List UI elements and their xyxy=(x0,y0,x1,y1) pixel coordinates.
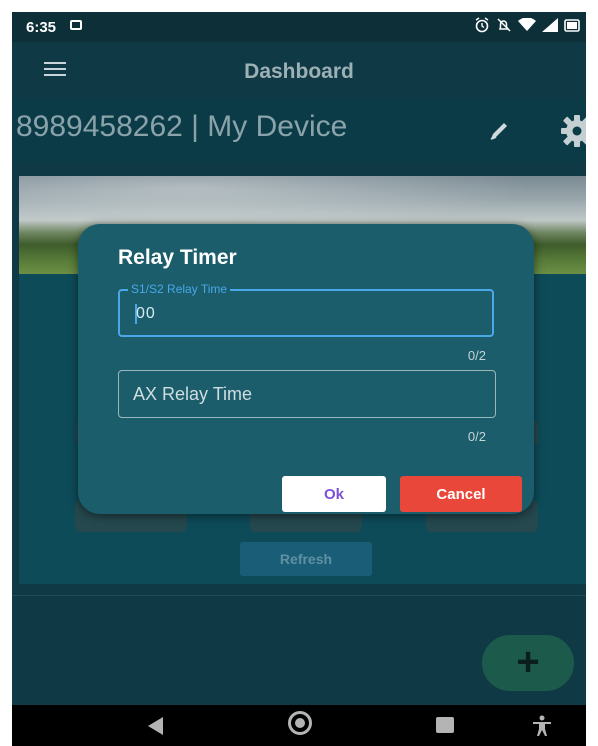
battery-icon xyxy=(564,19,580,32)
field-label: S1/S2 Relay Time xyxy=(128,282,231,296)
back-icon[interactable] xyxy=(148,717,163,735)
divider xyxy=(12,595,586,596)
device-title: 8989458262 | My Device xyxy=(16,110,348,143)
pencil-icon[interactable] xyxy=(488,121,514,141)
relay-timer-dialog: Relay Timer S1/S2 Relay Time 00 0/2 AX R… xyxy=(78,224,534,514)
ok-button[interactable]: Ok xyxy=(282,476,386,512)
gear-icon[interactable] xyxy=(560,114,586,148)
status-icons xyxy=(474,17,580,33)
message-icon xyxy=(70,20,82,30)
home-icon[interactable] xyxy=(288,711,312,735)
field-placeholder: AX Relay Time xyxy=(133,384,253,404)
navigation-bar xyxy=(12,705,586,746)
s1-s2-relay-time-input[interactable]: S1/S2 Relay Time 00 xyxy=(118,282,494,337)
recents-icon[interactable] xyxy=(436,717,454,733)
field-value: 00 xyxy=(136,305,156,322)
device-header: 8989458262 | My Device xyxy=(12,100,586,162)
cancel-button[interactable]: Cancel xyxy=(400,476,522,512)
add-button[interactable]: + xyxy=(482,635,574,691)
page-title: Dashboard xyxy=(244,60,354,83)
refresh-button[interactable]: Refresh xyxy=(240,542,372,576)
phone-screen: 6:35 Dashboard 8989458262 | My Device Re… xyxy=(12,12,586,746)
mute-icon xyxy=(497,18,511,32)
status-bar: 6:35 xyxy=(12,12,586,42)
app-bar: Dashboard xyxy=(12,42,586,98)
dialog-title: Relay Timer xyxy=(118,246,237,269)
character-counter: 0/2 xyxy=(467,348,486,363)
wifi-icon xyxy=(518,18,536,31)
accessibility-icon[interactable] xyxy=(532,715,552,737)
status-time: 6:35 xyxy=(26,19,57,36)
character-counter: 0/2 xyxy=(467,429,486,444)
ax-relay-time-input[interactable]: AX Relay Time xyxy=(118,370,496,418)
alarm-icon xyxy=(475,17,489,33)
plus-icon: + xyxy=(516,640,540,684)
signal-icon xyxy=(542,18,558,32)
